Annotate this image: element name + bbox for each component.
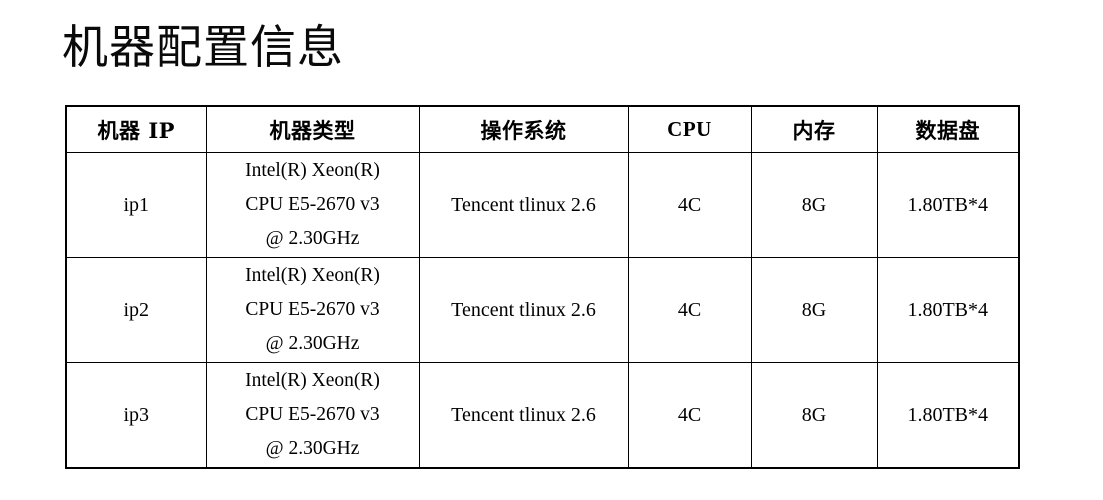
- cell-machine-ip: ip1: [65, 152, 207, 258]
- machine-type-line: Intel(R) Xeon(R): [245, 265, 380, 286]
- machine-config-table-container: 机器 IP 机器类型 操作系统 CPU 内存 数据盘 ip1 Intel(R) …: [65, 105, 1020, 469]
- cell-machine-ip: ip2: [65, 257, 207, 363]
- cell-operating-system: Tencent tlinux 2.6: [418, 257, 629, 363]
- machine-config-table: 机器 IP 机器类型 操作系统 CPU 内存 数据盘 ip1 Intel(R) …: [65, 105, 1020, 469]
- table-header-row: 机器 IP 机器类型 操作系统 CPU 内存 数据盘: [65, 105, 1020, 153]
- table-body: ip1 Intel(R) Xeon(R) CPU E5-2670 v3 @ 2.…: [65, 152, 1020, 469]
- column-header-machine-type: 机器类型: [205, 105, 420, 153]
- machine-type-line: Intel(R) Xeon(R): [245, 370, 380, 391]
- page-root: 机器配置信息 机器 IP 机器类型 操作系统 CPU 内存 数据盘 ip1 In…: [0, 0, 1103, 500]
- column-header-memory: 内存: [750, 105, 878, 153]
- table-row: ip3 Intel(R) Xeon(R) CPU E5-2670 v3 @ 2.…: [65, 362, 1020, 469]
- cell-operating-system: Tencent tlinux 2.6: [418, 152, 629, 258]
- table-row: ip1 Intel(R) Xeon(R) CPU E5-2670 v3 @ 2.…: [65, 152, 1020, 258]
- column-header-os: 操作系统: [418, 105, 629, 153]
- cell-machine-type: Intel(R) Xeon(R) CPU E5-2670 v3 @ 2.30GH…: [205, 362, 420, 469]
- cell-machine-type: Intel(R) Xeon(R) CPU E5-2670 v3 @ 2.30GH…: [205, 152, 420, 258]
- machine-type-line: CPU E5-2670 v3: [245, 404, 380, 425]
- cell-data-disk: 1.80TB*4: [876, 257, 1020, 363]
- cell-memory: 8G: [750, 257, 878, 363]
- page-title: 机器配置信息: [62, 20, 344, 74]
- machine-type-line: @ 2.30GHz: [265, 228, 360, 249]
- machine-type-line: CPU E5-2670 v3: [245, 299, 380, 320]
- cell-machine-type: Intel(R) Xeon(R) CPU E5-2670 v3 @ 2.30GH…: [205, 257, 420, 363]
- cell-cpu: 4C: [627, 152, 752, 258]
- table-header: 机器 IP 机器类型 操作系统 CPU 内存 数据盘: [65, 105, 1020, 153]
- machine-type-line: @ 2.30GHz: [265, 333, 360, 354]
- column-header-data-disk: 数据盘: [876, 105, 1020, 153]
- column-header-machine-ip: 机器 IP: [65, 105, 207, 153]
- cell-operating-system: Tencent tlinux 2.6: [418, 362, 629, 469]
- cell-cpu: 4C: [627, 362, 752, 469]
- machine-type-line: @ 2.30GHz: [265, 438, 360, 459]
- machine-type-line: Intel(R) Xeon(R): [245, 160, 380, 181]
- cell-memory: 8G: [750, 362, 878, 469]
- column-header-cpu: CPU: [627, 105, 752, 153]
- table-row: ip2 Intel(R) Xeon(R) CPU E5-2670 v3 @ 2.…: [65, 257, 1020, 363]
- cell-data-disk: 1.80TB*4: [876, 362, 1020, 469]
- cell-data-disk: 1.80TB*4: [876, 152, 1020, 258]
- machine-type-line: CPU E5-2670 v3: [245, 194, 380, 215]
- cell-machine-ip: ip3: [65, 362, 207, 469]
- cell-cpu: 4C: [627, 257, 752, 363]
- cell-memory: 8G: [750, 152, 878, 258]
